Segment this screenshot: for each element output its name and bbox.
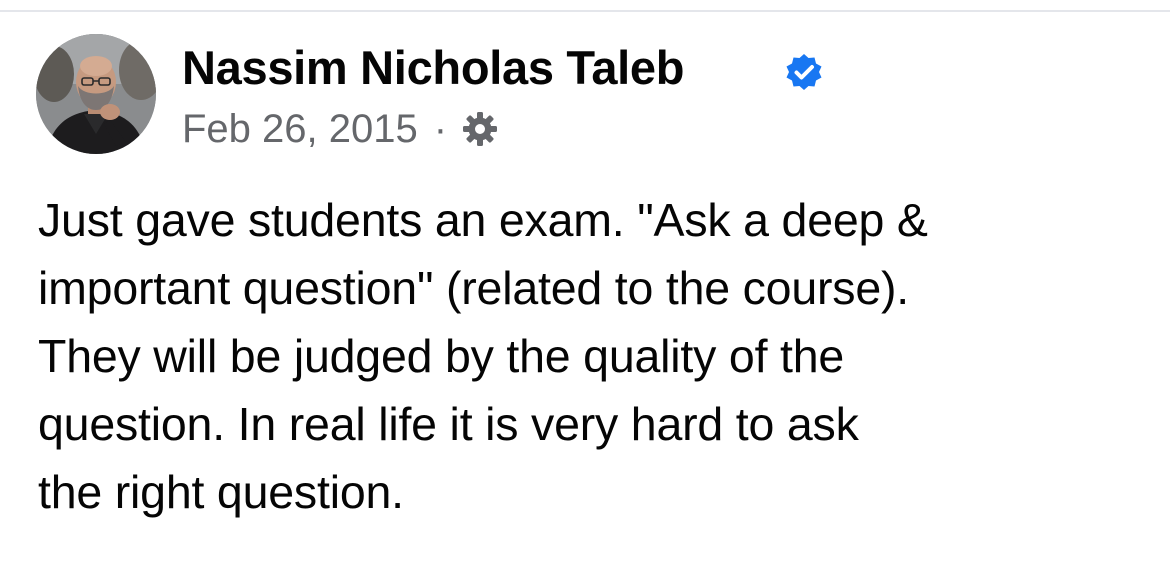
- author-name[interactable]: Nassim Nicholas Taleb: [182, 40, 684, 96]
- post-text: Just gave students an exam. "Ask a deep …: [38, 194, 928, 518]
- post-date[interactable]: Feb 26, 2015: [182, 107, 418, 152]
- meta-separator: ·: [433, 106, 448, 151]
- avatar[interactable]: [36, 34, 156, 154]
- verified-badge-icon: [786, 54, 822, 90]
- post-card: Nassim Nicholas Taleb Feb 26, 2015 · Jus…: [0, 0, 1170, 561]
- avatar-photo: [36, 34, 156, 154]
- gear-icon[interactable]: [461, 110, 499, 148]
- post-meta: Feb 26, 2015 ·: [182, 104, 499, 154]
